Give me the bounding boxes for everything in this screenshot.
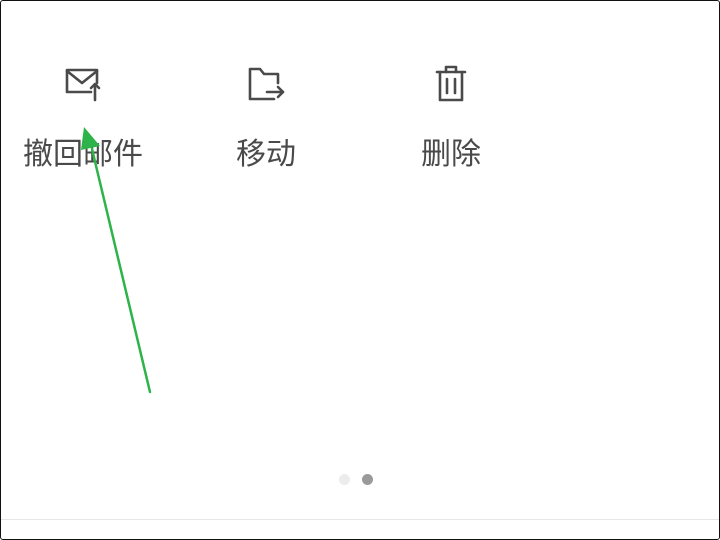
folder-move-icon <box>248 67 285 101</box>
move-button[interactable]: 移动 <box>201 61 331 191</box>
page-indicator <box>339 474 373 485</box>
recall-mail-label: 撤回邮件 <box>23 137 143 172</box>
mail-recall-icon <box>65 68 101 102</box>
delete-label: 删除 <box>421 137 481 172</box>
move-label: 移动 <box>236 137 296 172</box>
page-dot-1[interactable] <box>339 474 350 485</box>
page-dot-2[interactable] <box>362 474 373 485</box>
action-sheet: 撤回邮件 移动 删除 <box>0 0 720 540</box>
delete-button[interactable]: 删除 <box>386 61 516 191</box>
recall-mail-button[interactable]: 撤回邮件 <box>18 61 148 191</box>
bottom-divider <box>1 519 719 520</box>
trash-icon <box>435 65 467 102</box>
